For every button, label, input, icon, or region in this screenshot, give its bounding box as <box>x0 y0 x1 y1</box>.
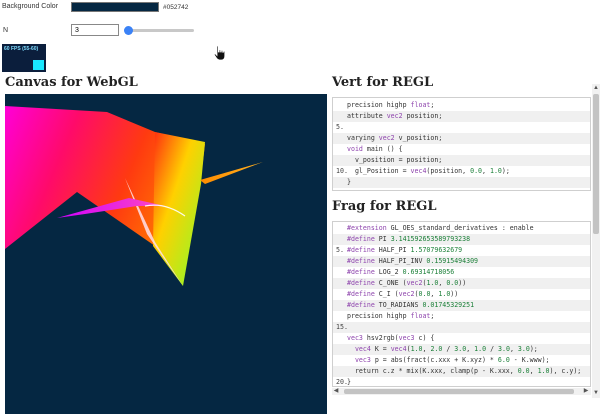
frag-line-text: #define PI 3.141592653589793238 <box>347 235 471 243</box>
frag-code-line: #define C_ONE (vec2(1.0, 0.0)) <box>333 278 590 289</box>
frag-code-line: #define HALF_PI_INV 0.15915494309 <box>333 256 590 267</box>
vert-line-text: } <box>347 178 351 186</box>
frag-line-text: #define C_I (vec2(0.0, 1.0)) <box>347 290 459 298</box>
frag-line-text: #define C_ONE (vec2(1.0, 0.0)) <box>347 279 467 287</box>
frag-code-line: 20.} <box>333 377 590 386</box>
frag-hscroll-thumb[interactable] <box>344 389 574 394</box>
frag-line-number: 20. <box>336 378 348 386</box>
scroll-down-arrow-icon[interactable]: ▼ <box>593 390 599 396</box>
vert-code-line: v_position = position; <box>333 155 590 166</box>
page-vertical-scrollbar[interactable]: ▲ ▼ <box>592 84 600 398</box>
vert-line-text: void main () { <box>347 145 403 153</box>
frag-code-line: vec3 p = abs(fract(c.xxx + K.xyz) * 6.0 … <box>333 355 590 366</box>
vert-line-text: gl_Position = vec4(position, 0.0, 1.0); <box>347 167 510 175</box>
frag-code-line: vec3 hsv2rgb(vec3 c) { <box>333 333 590 344</box>
vert-line-text: varying vec2 v_position; <box>347 134 443 142</box>
frag-line-text: vec4 K = vec4(1.0, 2.0 / 3.0, 1.0 / 3.0,… <box>354 345 538 353</box>
vert-code-line: 10. gl_Position = vec4(position, 0.0, 1.… <box>333 166 590 177</box>
frag-code-line: #define PI 3.141592653589793238 <box>333 234 590 245</box>
hand-cursor-icon <box>213 45 226 61</box>
frag-line-number: 5. <box>336 246 344 254</box>
scroll-left-arrow-icon[interactable]: ◀ <box>333 388 339 394</box>
vert-line-text: attribute vec2 position; <box>347 112 443 120</box>
vert-line-text: v_position = position; <box>347 156 443 164</box>
page-vscroll-thumb[interactable] <box>593 94 599 234</box>
scroll-up-arrow-icon[interactable]: ▲ <box>593 85 599 91</box>
vert-title: Vert for REGL <box>332 75 434 90</box>
vert-line-number: 5. <box>336 123 344 131</box>
frag-line-text: return c.z * mix(K.xxx, clamp(p - K.xxx,… <box>347 367 582 375</box>
frag-line-number: 15. <box>336 323 348 331</box>
vert-code-line: precision highp float; <box>333 100 590 111</box>
frag-code-line: 15. <box>333 322 590 333</box>
vert-code-line: varying vec2 v_position; <box>333 133 590 144</box>
frag-code-line: #define TO_RADIANS 0.01745329251 <box>333 300 590 311</box>
canvas-title: Canvas for WebGL <box>5 75 138 90</box>
frag-code-lines: #extension GL_OES_standard_derivatives :… <box>333 222 590 386</box>
background-color-hex: #052742 <box>163 4 189 11</box>
background-color-label: Background Color <box>2 3 59 10</box>
frag-code-line: #define C_I (vec2(0.0, 1.0)) <box>333 289 590 300</box>
fps-bar <box>33 60 44 70</box>
scroll-right-arrow-icon[interactable]: ▶ <box>583 388 589 394</box>
webgl-canvas[interactable] <box>5 94 327 414</box>
frag-line-text: } <box>347 378 351 386</box>
frag-line-text: precision highp float; <box>347 312 435 320</box>
webgl-render <box>5 106 263 286</box>
frag-line-text: #extension GL_OES_standard_derivatives :… <box>347 224 534 232</box>
frag-code-line: #extension GL_OES_standard_derivatives :… <box>333 223 590 234</box>
background-color-picker[interactable] <box>71 2 159 12</box>
frag-line-text: #define HALF_PI 1.57079632679 <box>347 246 463 254</box>
vert-code-line: attribute vec2 position; <box>333 111 590 122</box>
frag-line-text: #define HALF_PI_INV 0.15915494309 <box>347 257 479 265</box>
frag-line-text: vec3 hsv2rgb(vec3 c) { <box>347 334 435 342</box>
frag-line-text: vec3 p = abs(fract(c.xxx + K.xyz) * 6.0 … <box>354 356 550 364</box>
frag-line-text: #define TO_RADIANS 0.01745329251 <box>347 301 475 309</box>
vert-code-line: 5. <box>333 122 590 133</box>
n-slider-thumb[interactable] <box>124 26 134 35</box>
vert-line-number: 10. <box>336 167 348 175</box>
fps-meter: 60 FPS (55-60) <box>2 44 46 72</box>
frag-code-line: 5. #define HALF_PI 1.57079632679 <box>333 245 590 256</box>
frag-code-editor[interactable]: #extension GL_OES_standard_derivatives :… <box>332 221 591 387</box>
frag-code-line: #define LOG_2 0.69314718056 <box>333 267 590 278</box>
frag-code-line: vec4 K = vec4(1.0, 2.0 / 3.0, 1.0 / 3.0,… <box>333 344 590 355</box>
frag-line-text: #define LOG_2 0.69314718056 <box>347 268 455 276</box>
vert-code-lines: precision highp float; attribute vec2 pos… <box>333 98 590 188</box>
frag-code-line: precision highp float; <box>333 311 590 322</box>
frag-code-line: return c.z * mix(K.xxx, clamp(p - K.xxx,… <box>333 366 590 377</box>
frag-horizontal-scrollbar[interactable]: ◀ ▶ <box>332 388 591 395</box>
vert-code-editor[interactable]: precision highp float; attribute vec2 pos… <box>332 97 591 191</box>
vert-line-text: precision highp float; <box>347 101 435 109</box>
vert-code-line: void main () { <box>333 144 590 155</box>
vert-code-line: } <box>333 177 590 188</box>
frag-title: Frag for REGL <box>332 199 437 214</box>
n-label: N <box>3 27 9 34</box>
n-number-input[interactable] <box>71 24 119 36</box>
n-slider-track[interactable] <box>126 29 194 32</box>
fps-label: 60 FPS (55-60) <box>4 46 39 52</box>
